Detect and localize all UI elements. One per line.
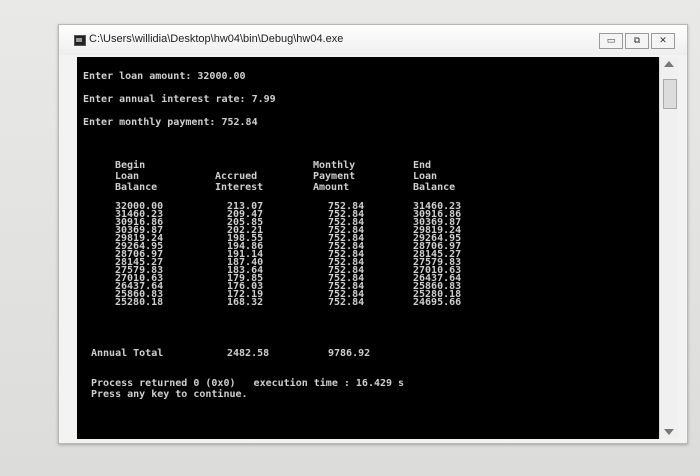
accrued-interest-column: 213.07 209.47 205.85 202.21 198.55 194.86 191.… bbox=[227, 202, 264, 308]
header-accrued-interest: Accrued Interest bbox=[215, 171, 264, 193]
scroll-thumb[interactable] bbox=[663, 79, 677, 109]
header-monthly-payment: Monthly Payment Amount bbox=[313, 160, 356, 193]
console-output[interactable]: Enter loan amount: 32000.00 Enter annual… bbox=[77, 57, 659, 439]
close-button[interactable]: ✕ bbox=[651, 33, 675, 49]
title-bar[interactable]: C:\Users\willidia\Desktop\hw04\bin\Debug… bbox=[59, 25, 687, 55]
restore-button[interactable]: ⧉ bbox=[625, 33, 649, 49]
window-controls: ▭ ⧉ ✕ bbox=[599, 33, 675, 49]
window-title: C:\Users\willidia\Desktop\hw04\bin\Debug… bbox=[89, 33, 344, 45]
console-app-icon bbox=[74, 35, 86, 46]
table-cell-payment: 752.84 bbox=[328, 297, 365, 308]
scroll-down-arrow-icon[interactable] bbox=[664, 429, 674, 435]
process-returned-line: Process returned 0 (0x0) execution time … bbox=[91, 378, 405, 389]
table-cell-interest: 168.32 bbox=[227, 297, 264, 308]
table-cell-begin: 25280.18 bbox=[115, 297, 164, 308]
loan-amount-prompt: Enter loan amount: 32000.00 bbox=[83, 71, 246, 82]
table-cell-end: 24695.66 bbox=[413, 297, 462, 308]
vertical-scrollbar[interactable] bbox=[659, 57, 678, 439]
header-end-balance: End Loan Balance bbox=[413, 160, 456, 193]
annual-total-label: Annual Total bbox=[91, 348, 164, 359]
press-any-key-line: Press any key to continue. bbox=[91, 389, 248, 400]
monthly-payment-column: 752.84 752.84 752.84 752.84 752.84 752.84 752.… bbox=[328, 202, 365, 308]
header-begin-balance: Begin Loan Balance bbox=[115, 160, 158, 193]
minimize-button[interactable]: ▭ bbox=[599, 33, 623, 49]
scroll-up-arrow-icon[interactable] bbox=[664, 61, 674, 67]
begin-balance-column: 32000.00 31460.23 30916.86 30369.87 29819.24… bbox=[115, 202, 164, 308]
monthly-payment-prompt: Enter monthly payment: 752.84 bbox=[83, 117, 258, 128]
annual-total-interest: 2482.58 bbox=[227, 348, 270, 359]
end-balance-column: 31460.23 30916.86 30369.87 29819.24 29264.95… bbox=[413, 202, 462, 308]
interest-rate-prompt: Enter annual interest rate: 7.99 bbox=[83, 94, 276, 105]
console-window: C:\Users\willidia\Desktop\hw04\bin\Debug… bbox=[58, 24, 688, 444]
annual-total-payment: 9786.92 bbox=[328, 348, 371, 359]
